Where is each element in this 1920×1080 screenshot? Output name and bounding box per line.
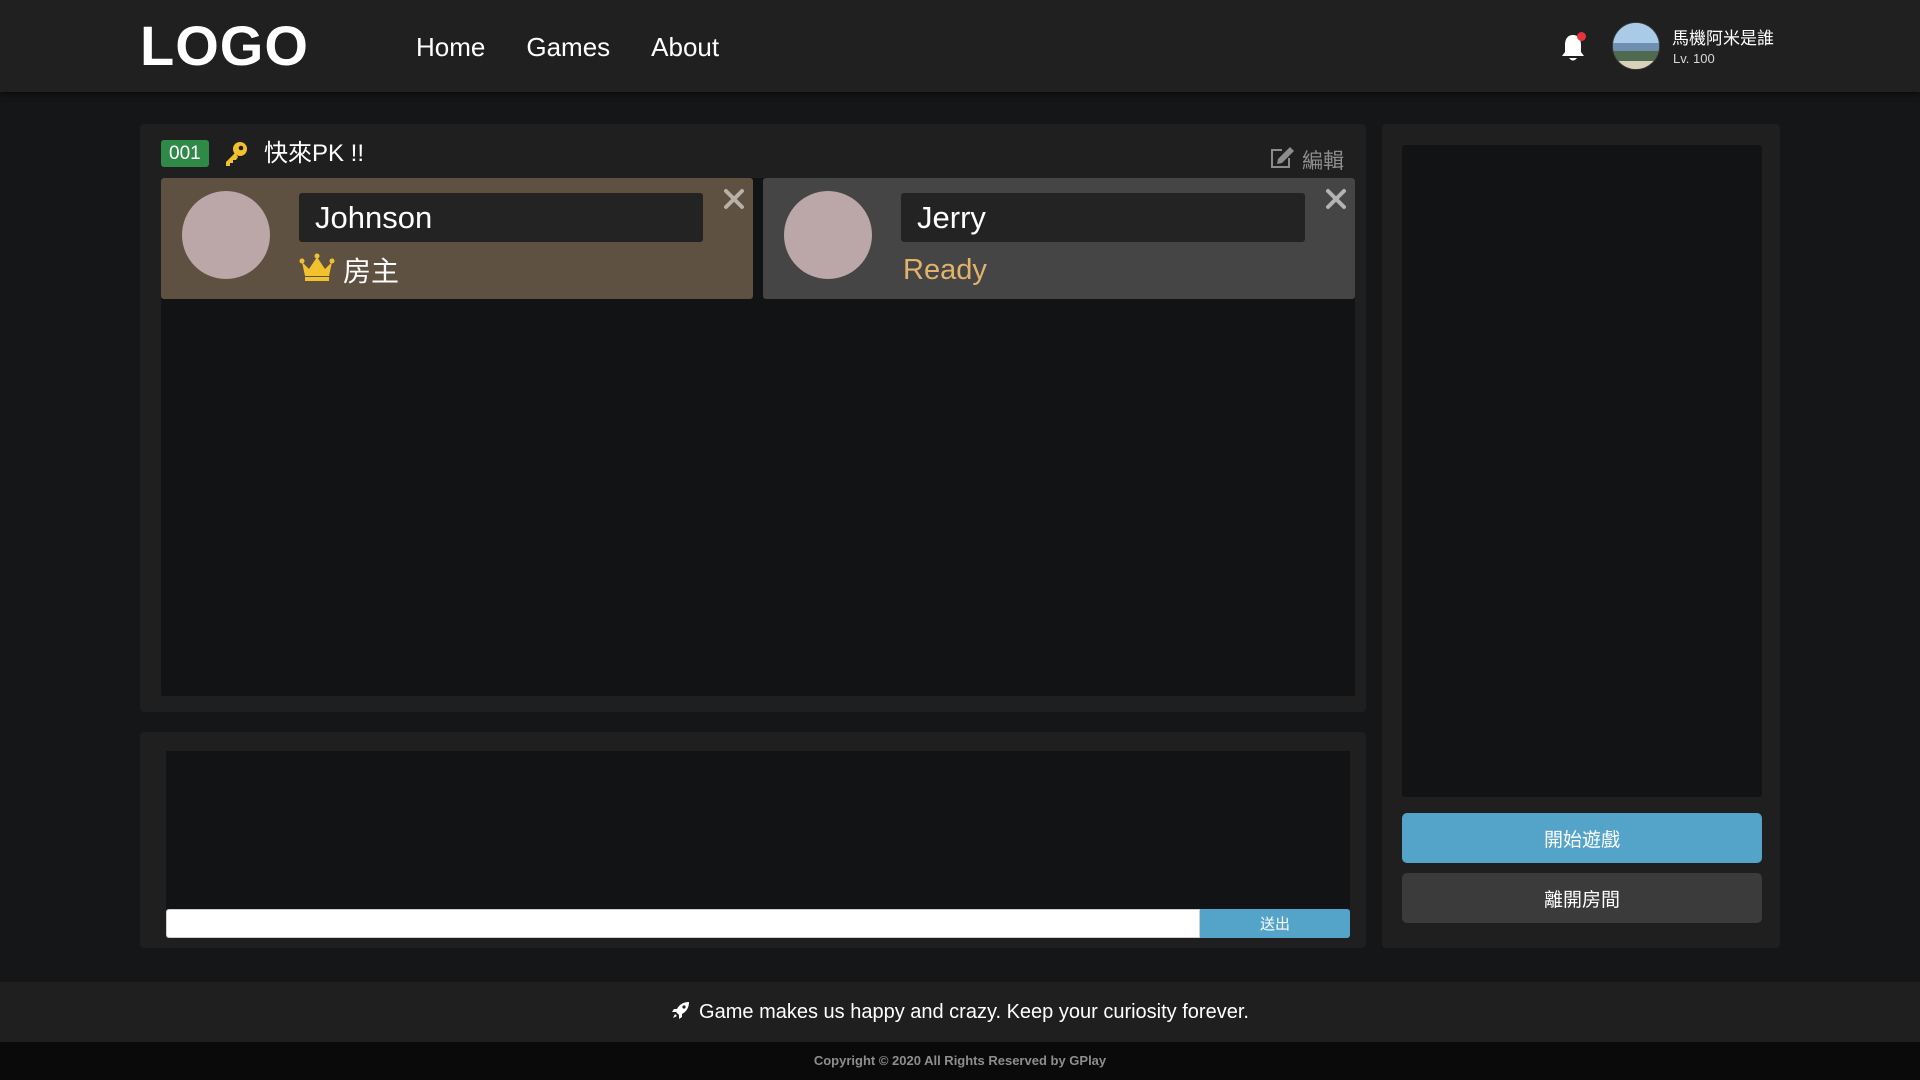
nav-home-link[interactable]: Home: [416, 30, 485, 64]
player-avatar: [182, 191, 270, 279]
user-name[interactable]: 馬機阿米是誰: [1672, 24, 1774, 49]
edit-label: 編輯: [1302, 150, 1344, 173]
edit-room-button[interactable]: 編輯: [1268, 144, 1344, 176]
send-message-button[interactable]: 送出: [1200, 909, 1350, 938]
rocket-icon: [671, 1000, 691, 1026]
start-game-button[interactable]: 開始遊戲: [1402, 813, 1762, 863]
player-role: 房主: [299, 252, 399, 291]
player-name: Johnson: [299, 193, 703, 242]
leave-room-button[interactable]: 離開房間: [1402, 873, 1762, 923]
nav-about-link[interactable]: About: [651, 30, 719, 64]
player-card-guest: Jerry Ready: [763, 178, 1355, 299]
logo[interactable]: LOGO: [140, 16, 309, 76]
bell-icon[interactable]: [1558, 32, 1588, 64]
room-id-badge: 001: [161, 140, 209, 167]
player-ready-status: Ready: [903, 254, 987, 286]
kick-player-close-icon[interactable]: [1325, 188, 1347, 210]
room-title: 快來PK !!: [264, 140, 365, 167]
player-card-host: Johnson 房主: [161, 178, 753, 299]
nav-games-link[interactable]: Games: [526, 30, 610, 64]
crown-icon: [299, 252, 335, 291]
copyright-text: Copyright © 2020 All Rights Reserved by …: [813, 1053, 1107, 1068]
user-avatar[interactable]: [1612, 22, 1660, 70]
player-name: Jerry: [901, 193, 1305, 242]
key-icon: [222, 140, 250, 168]
footer-tagline: Game makes us happy and crazy. Keep your…: [0, 1000, 1920, 1026]
chat-input[interactable]: [166, 909, 1200, 938]
notification-dot: [1577, 32, 1586, 41]
kick-player-close-icon[interactable]: [723, 188, 745, 210]
footer-tagline-text: Game makes us happy and crazy. Keep your…: [699, 1001, 1249, 1023]
player-avatar: [784, 191, 872, 279]
main-nav: Home Games About: [416, 30, 719, 64]
chat-log[interactable]: [166, 751, 1350, 909]
player-role-label: 房主: [343, 255, 400, 287]
user-level: Lv. 100: [1673, 51, 1715, 66]
side-info-box: [1402, 145, 1762, 797]
edit-icon: [1268, 144, 1296, 176]
